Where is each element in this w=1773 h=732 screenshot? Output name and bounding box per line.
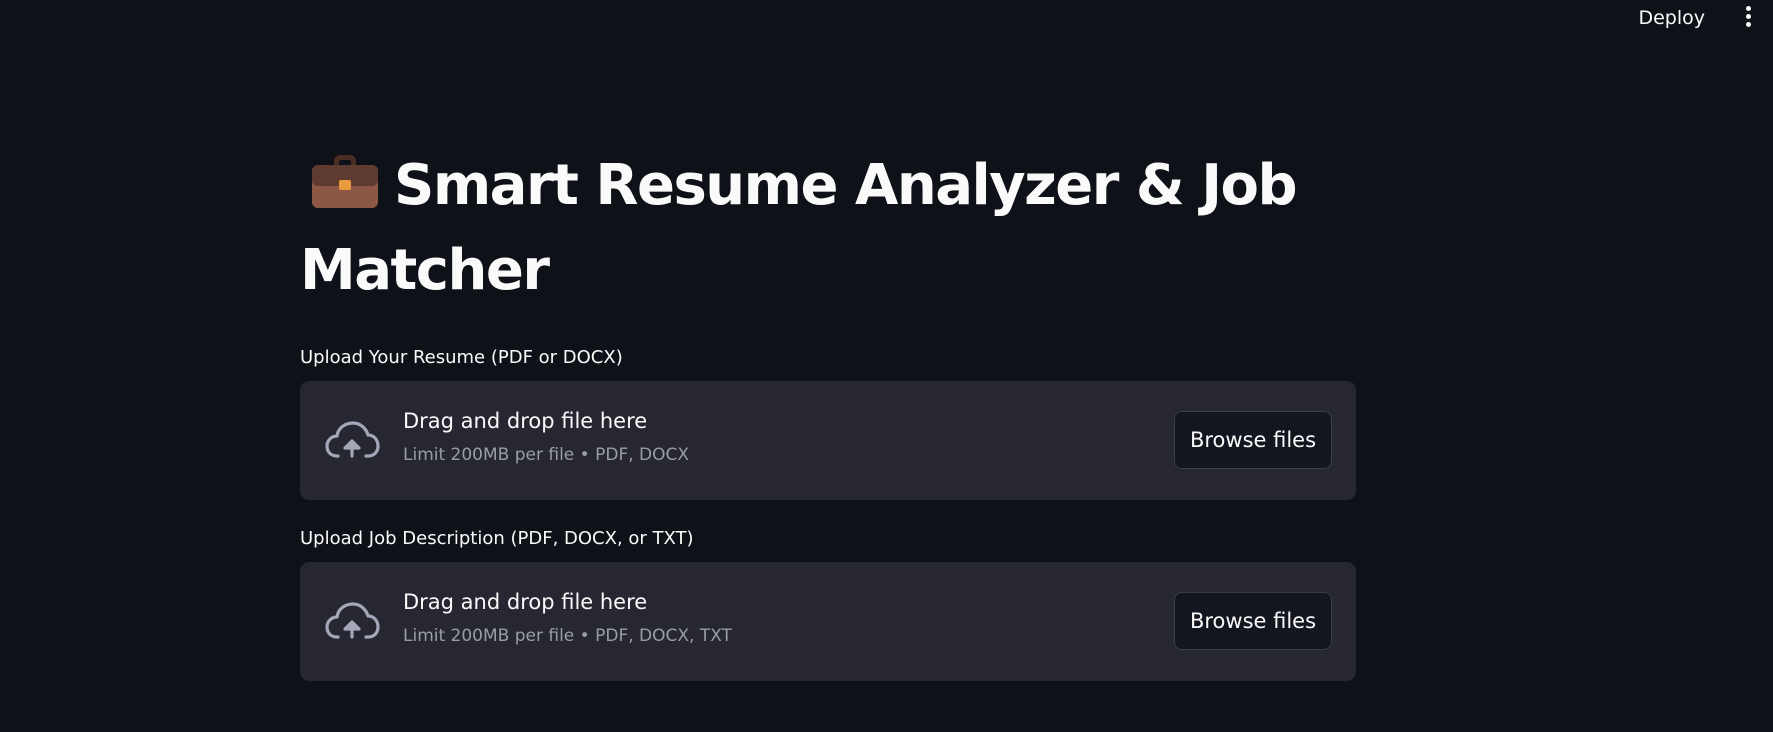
app-header: Deploy (0, 0, 1773, 34)
resume-browse-button[interactable]: Browse files (1174, 411, 1332, 469)
dropzone-limit: Limit 200MB per file • PDF, DOCX (403, 445, 690, 465)
job-description-dropzone[interactable]: Drag and drop file here Limit 200MB per … (300, 562, 1356, 681)
resume-upload-label: Upload Your Resume (PDF or DOCX) (300, 347, 623, 368)
job-description-browse-button[interactable]: Browse files (1174, 592, 1332, 650)
main-content: Smart Resume Analyzer & Job Matcher Uplo… (300, 146, 1356, 681)
kebab-menu-icon[interactable] (1741, 6, 1755, 28)
resume-dropzone[interactable]: Drag and drop file here Limit 200MB per … (300, 381, 1356, 500)
cloud-upload-icon (324, 419, 380, 465)
cloud-upload-icon (324, 600, 380, 646)
deploy-button[interactable]: Deploy (1632, 5, 1711, 31)
dropzone-title: Drag and drop file here (403, 409, 648, 433)
dropzone-title: Drag and drop file here (403, 590, 648, 614)
briefcase-icon (310, 152, 380, 231)
page-title: Smart Resume Analyzer & Job Matcher (300, 146, 1356, 310)
job-description-upload-label: Upload Job Description (PDF, DOCX, or TX… (300, 528, 694, 549)
dropzone-limit: Limit 200MB per file • PDF, DOCX, TXT (403, 626, 732, 646)
page-title-text: Smart Resume Analyzer & Job Matcher (300, 153, 1298, 303)
